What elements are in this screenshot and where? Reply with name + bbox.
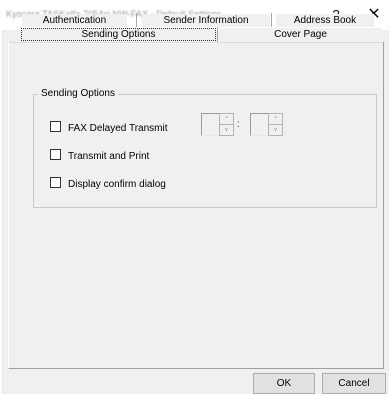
- display-confirm-dialog-label: Display confirm dialog: [68, 179, 166, 190]
- fax-delayed-transmit-label: FAX Delayed Transmit: [68, 123, 168, 134]
- tab-address-book[interactable]: Address Book: [276, 14, 374, 27]
- display-confirm-dialog-row[interactable]: Display confirm dialog: [50, 177, 166, 190]
- tab-divider: [271, 13, 272, 27]
- tab-sender-information[interactable]: Sender Information: [142, 14, 270, 27]
- tab-divider: [217, 27, 218, 42]
- tab-cover-page[interactable]: Cover Page: [219, 28, 382, 41]
- tab-divider: [136, 13, 137, 27]
- tab-authentication[interactable]: Authentication: [22, 14, 127, 27]
- minute-down-arrow-icon[interactable]: v: [268, 124, 283, 136]
- group-title: Sending Options: [38, 88, 118, 100]
- time-separator: :: [237, 119, 240, 130]
- transmit-and-print-row[interactable]: Transmit and Print: [50, 149, 150, 162]
- tab-sending-options[interactable]: Sending Options: [21, 28, 216, 41]
- ok-button[interactable]: OK: [253, 373, 315, 394]
- fax-delayed-transmit-checkbox[interactable]: [50, 121, 61, 132]
- minute-field[interactable]: [250, 113, 268, 136]
- hour-down-arrow-icon[interactable]: v: [219, 124, 234, 136]
- display-confirm-dialog-checkbox[interactable]: [50, 177, 61, 188]
- transmit-and-print-checkbox[interactable]: [50, 149, 61, 160]
- cancel-button[interactable]: Cancel: [322, 373, 386, 394]
- fax-delayed-transmit-row[interactable]: FAX Delayed Transmit: [50, 121, 168, 134]
- transmit-and-print-label: Transmit and Print: [68, 151, 150, 162]
- hour-field[interactable]: [201, 113, 219, 136]
